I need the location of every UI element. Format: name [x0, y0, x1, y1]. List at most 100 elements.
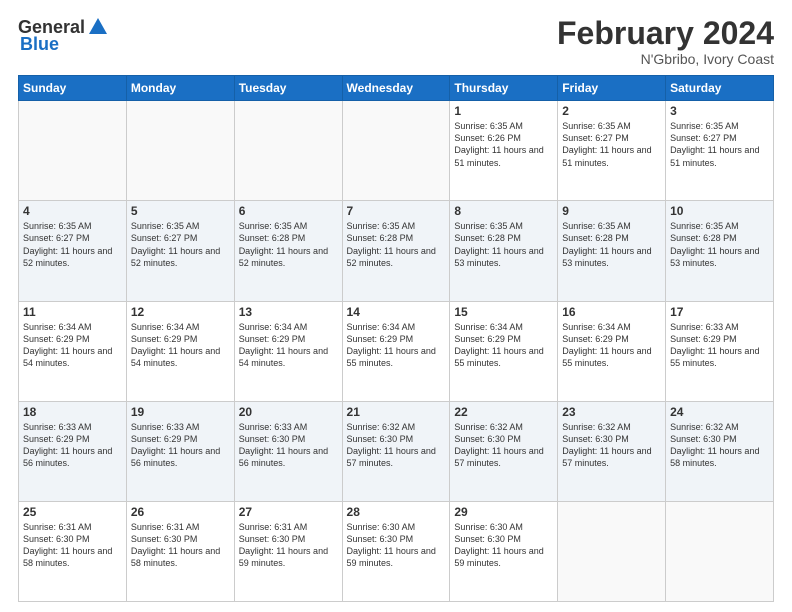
- calendar-week-row: 25 Sunrise: 6:31 AMSunset: 6:30 PMDayligh…: [19, 501, 774, 601]
- calendar-day-cell: 5 Sunrise: 6:35 AMSunset: 6:27 PMDaylight…: [126, 201, 234, 301]
- calendar-day-cell: 29 Sunrise: 6:30 AMSunset: 6:30 PMDayligh…: [450, 501, 558, 601]
- day-number: 27: [239, 505, 338, 519]
- calendar-day-cell: 27 Sunrise: 6:31 AMSunset: 6:30 PMDayligh…: [234, 501, 342, 601]
- calendar-day-cell: 3 Sunrise: 6:35 AMSunset: 6:27 PMDaylight…: [666, 101, 774, 201]
- calendar-weekday-header: Tuesday: [234, 76, 342, 101]
- day-info: Sunrise: 6:30 AMSunset: 6:30 PMDaylight:…: [454, 521, 553, 570]
- day-info: Sunrise: 6:35 AMSunset: 6:27 PMDaylight:…: [670, 120, 769, 169]
- day-info: Sunrise: 6:32 AMSunset: 6:30 PMDaylight:…: [347, 421, 446, 470]
- title-block: February 2024 N'Gbribo, Ivory Coast: [557, 16, 774, 67]
- calendar-day-cell: 2Sunrise: 6:35 AMSunset: 6:27 PMDaylight…: [558, 101, 666, 201]
- calendar-day-cell: 1 Sunrise: 6:35 AMSunset: 6:26 PMDaylight…: [450, 101, 558, 201]
- day-info: Sunrise: 6:34 AMSunset: 6:29 PMDaylight:…: [562, 321, 661, 370]
- day-info: Sunrise: 6:35 AMSunset: 6:27 PMDaylight:…: [562, 120, 661, 169]
- calendar-day-cell: 11 Sunrise: 6:34 AMSunset: 6:29 PMDayligh…: [19, 301, 127, 401]
- calendar-day-cell: [342, 101, 450, 201]
- day-info: Sunrise: 6:34 AMSunset: 6:29 PMDaylight:…: [23, 321, 122, 370]
- calendar-header-row: SundayMondayTuesdayWednesdayThursdayFrid…: [19, 76, 774, 101]
- calendar-day-cell: 6 Sunrise: 6:35 AMSunset: 6:28 PMDaylight…: [234, 201, 342, 301]
- day-number: 25: [23, 505, 122, 519]
- calendar-day-cell: 16 Sunrise: 6:34 AMSunset: 6:29 PMDayligh…: [558, 301, 666, 401]
- calendar-weekday-header: Friday: [558, 76, 666, 101]
- calendar-day-cell: [666, 501, 774, 601]
- calendar-day-cell: 9Sunrise: 6:35 AMSunset: 6:28 PMDaylight…: [558, 201, 666, 301]
- calendar-weekday-header: Monday: [126, 76, 234, 101]
- calendar-day-cell: 13 Sunrise: 6:34 AMSunset: 6:29 PMDayligh…: [234, 301, 342, 401]
- day-number: 19: [131, 405, 230, 419]
- day-number: 17: [670, 305, 769, 319]
- calendar-weekday-header: Saturday: [666, 76, 774, 101]
- logo: General Blue: [18, 16, 109, 55]
- day-number: 1: [454, 104, 553, 118]
- day-info: Sunrise: 6:34 AMSunset: 6:29 PMDaylight:…: [131, 321, 230, 370]
- calendar-day-cell: 19 Sunrise: 6:33 AMSunset: 6:29 PMDayligh…: [126, 401, 234, 501]
- day-info: Sunrise: 6:31 AMSunset: 6:30 PMDaylight:…: [239, 521, 338, 570]
- calendar-weekday-header: Thursday: [450, 76, 558, 101]
- day-number: 4: [23, 204, 122, 218]
- month-title: February 2024: [557, 16, 774, 51]
- day-info: Sunrise: 6:35 AMSunset: 6:27 PMDaylight:…: [23, 220, 122, 269]
- calendar-day-cell: 8Sunrise: 6:35 AMSunset: 6:28 PMDaylight…: [450, 201, 558, 301]
- calendar-day-cell: 23 Sunrise: 6:32 AMSunset: 6:30 PMDayligh…: [558, 401, 666, 501]
- day-number: 16: [562, 305, 661, 319]
- day-info: Sunrise: 6:34 AMSunset: 6:29 PMDaylight:…: [347, 321, 446, 370]
- day-info: Sunrise: 6:33 AMSunset: 6:30 PMDaylight:…: [239, 421, 338, 470]
- day-info: Sunrise: 6:33 AMSunset: 6:29 PMDaylight:…: [670, 321, 769, 370]
- day-info: Sunrise: 6:33 AMSunset: 6:29 PMDaylight:…: [23, 421, 122, 470]
- day-info: Sunrise: 6:35 AMSunset: 6:26 PMDaylight:…: [454, 120, 553, 169]
- day-number: 28: [347, 505, 446, 519]
- day-info: Sunrise: 6:31 AMSunset: 6:30 PMDaylight:…: [131, 521, 230, 570]
- calendar-week-row: 11 Sunrise: 6:34 AMSunset: 6:29 PMDayligh…: [19, 301, 774, 401]
- day-number: 8: [454, 204, 553, 218]
- calendar-day-cell: [19, 101, 127, 201]
- day-number: 9: [562, 204, 661, 218]
- day-info: Sunrise: 6:31 AMSunset: 6:30 PMDaylight:…: [23, 521, 122, 570]
- day-info: Sunrise: 6:35 AMSunset: 6:28 PMDaylight:…: [670, 220, 769, 269]
- day-number: 26: [131, 505, 230, 519]
- calendar-day-cell: 20 Sunrise: 6:33 AMSunset: 6:30 PMDayligh…: [234, 401, 342, 501]
- day-info: Sunrise: 6:35 AMSunset: 6:27 PMDaylight:…: [131, 220, 230, 269]
- day-info: Sunrise: 6:32 AMSunset: 6:30 PMDaylight:…: [562, 421, 661, 470]
- day-number: 22: [454, 405, 553, 419]
- day-number: 5: [131, 204, 230, 218]
- day-info: Sunrise: 6:33 AMSunset: 6:29 PMDaylight:…: [131, 421, 230, 470]
- day-number: 11: [23, 305, 122, 319]
- day-info: Sunrise: 6:34 AMSunset: 6:29 PMDaylight:…: [454, 321, 553, 370]
- day-number: 18: [23, 405, 122, 419]
- calendar-day-cell: 4 Sunrise: 6:35 AMSunset: 6:27 PMDaylight…: [19, 201, 127, 301]
- calendar-day-cell: 17 Sunrise: 6:33 AMSunset: 6:29 PMDayligh…: [666, 301, 774, 401]
- day-number: 15: [454, 305, 553, 319]
- day-number: 14: [347, 305, 446, 319]
- calendar-day-cell: 21 Sunrise: 6:32 AMSunset: 6:30 PMDayligh…: [342, 401, 450, 501]
- day-number: 24: [670, 405, 769, 419]
- location-title: N'Gbribo, Ivory Coast: [557, 51, 774, 67]
- day-number: 3: [670, 104, 769, 118]
- day-number: 6: [239, 204, 338, 218]
- day-info: Sunrise: 6:32 AMSunset: 6:30 PMDaylight:…: [454, 421, 553, 470]
- logo-blue-text: Blue: [20, 34, 59, 55]
- header: General Blue February 2024 N'Gbribo, Ivo…: [18, 16, 774, 67]
- calendar-table: SundayMondayTuesdayWednesdayThursdayFrid…: [18, 75, 774, 602]
- calendar-day-cell: 28 Sunrise: 6:30 AMSunset: 6:30 PMDayligh…: [342, 501, 450, 601]
- day-info: Sunrise: 6:35 AMSunset: 6:28 PMDaylight:…: [239, 220, 338, 269]
- calendar-day-cell: 12 Sunrise: 6:34 AMSunset: 6:29 PMDayligh…: [126, 301, 234, 401]
- page: General Blue February 2024 N'Gbribo, Ivo…: [0, 0, 792, 612]
- day-number: 7: [347, 204, 446, 218]
- calendar-day-cell: 26 Sunrise: 6:31 AMSunset: 6:30 PMDayligh…: [126, 501, 234, 601]
- day-info: Sunrise: 6:35 AMSunset: 6:28 PMDaylight:…: [347, 220, 446, 269]
- calendar-day-cell: 25 Sunrise: 6:31 AMSunset: 6:30 PMDayligh…: [19, 501, 127, 601]
- calendar-weekday-header: Wednesday: [342, 76, 450, 101]
- day-number: 20: [239, 405, 338, 419]
- day-number: 10: [670, 204, 769, 218]
- day-info: Sunrise: 6:34 AMSunset: 6:29 PMDaylight:…: [239, 321, 338, 370]
- day-number: 23: [562, 405, 661, 419]
- logo-icon: [87, 16, 109, 38]
- calendar-day-cell: 18 Sunrise: 6:33 AMSunset: 6:29 PMDayligh…: [19, 401, 127, 501]
- day-number: 12: [131, 305, 230, 319]
- calendar-day-cell: 14 Sunrise: 6:34 AMSunset: 6:29 PMDayligh…: [342, 301, 450, 401]
- calendar-weekday-header: Sunday: [19, 76, 127, 101]
- day-number: 21: [347, 405, 446, 419]
- day-info: Sunrise: 6:30 AMSunset: 6:30 PMDaylight:…: [347, 521, 446, 570]
- day-number: 29: [454, 505, 553, 519]
- day-number: 13: [239, 305, 338, 319]
